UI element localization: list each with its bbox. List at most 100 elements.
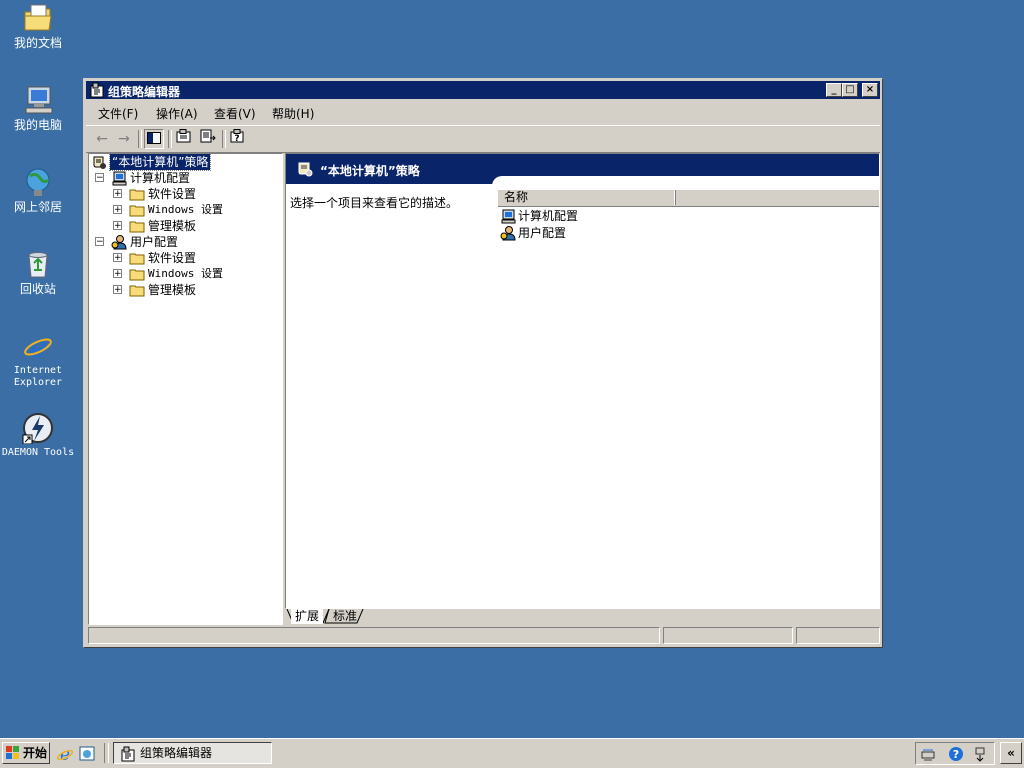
taskbar-separator [104, 743, 109, 763]
tree-node-label: 软件设置 [148, 187, 197, 201]
gpedit-app-icon [120, 746, 136, 762]
list-header: 名称 [498, 190, 879, 207]
folder-icon [129, 250, 145, 266]
my-documents-icon [22, 2, 54, 34]
details-header: “本地计算机”策略 [286, 154, 879, 186]
show-hide-tree-icon[interactable] [144, 129, 164, 149]
desktop-icon-label: DAEMON Tools [1, 447, 75, 458]
minimize-button[interactable]: _ [826, 83, 842, 97]
description-text: 选择一个项目来查看它的描述。 [290, 196, 459, 210]
export-list-icon[interactable] [198, 129, 218, 149]
gpedit-app-icon [89, 82, 105, 98]
desktop-icon-my-computer[interactable]: 我的电脑 [0, 84, 76, 132]
maximize-button[interactable]: □ [842, 83, 858, 97]
taskbar-button-gpedit[interactable]: 组策略编辑器 [113, 742, 272, 764]
expand-toggle[interactable]: + [113, 269, 122, 279]
quicklaunch-ie-icon[interactable]: e [56, 745, 74, 765]
quicklaunch-show-desktop-icon[interactable] [78, 745, 96, 763]
policy-scroll-icon [296, 160, 314, 178]
header-curve [492, 176, 879, 186]
toolbar-separator [168, 130, 172, 148]
properties-icon[interactable] [174, 129, 194, 149]
folder-icon [129, 186, 145, 202]
tree-node-label: 软件设置 [148, 251, 197, 265]
safely-remove-icon[interactable] [972, 746, 988, 762]
network-icon[interactable] [920, 746, 936, 762]
column-header-name[interactable]: 名称 [498, 190, 676, 205]
policy-scroll-icon [91, 154, 107, 170]
list-item-label: 用户配置 [518, 226, 567, 240]
expand-toggle[interactable]: + [113, 253, 122, 263]
details-pane: “本地计算机”策略 选择一个项目来查看它的描述。 名称 计算机配置 用户配置 [285, 153, 880, 609]
menu-bar: 文件(F) 操作(A) 查看(V) 帮助(H) [86, 101, 880, 123]
desktop-icon-my-documents[interactable]: 我的文档 [0, 2, 76, 50]
desktop-icon-internet-explorer[interactable]: e Internet Explorer [0, 330, 76, 389]
group-policy-editor-window: 组策略编辑器 _ □ × 文件(F) 操作(A) 查看(V) 帮助(H) ← →… [83, 78, 883, 648]
computer-config-icon [111, 170, 127, 186]
close-button[interactable]: × [862, 83, 878, 97]
desktop-icon-label: 网上邻居 [13, 200, 62, 214]
desktop-icon-label: 我的电脑 [13, 118, 62, 132]
tree-node-label: Windows 设置 [148, 267, 223, 280]
start-label: 开始 [23, 746, 48, 760]
internet-explorer-icon: e [22, 330, 54, 365]
folder-icon [129, 202, 145, 218]
tab-extended[interactable]: 扩展 [291, 609, 324, 624]
user-config-icon [111, 234, 127, 250]
toolbar-separator [138, 130, 142, 148]
expand-toggle[interactable]: + [113, 205, 122, 215]
start-button[interactable]: 开始 [2, 742, 50, 764]
desktop-icon-daemon-tools[interactable]: DAEMON Tools [0, 412, 76, 459]
toolbar: ← → ? [86, 125, 880, 153]
toolbar-separator [222, 130, 226, 148]
list-item-label: 计算机配置 [518, 209, 579, 223]
forward-arrow-icon[interactable]: → [114, 129, 134, 149]
help-icon[interactable]: ? [228, 129, 248, 149]
system-tray: ? [915, 742, 995, 765]
collapse-toggle[interactable]: − [95, 173, 104, 183]
view-tabs: 扩展 标准 [285, 609, 880, 625]
tree-node-label: 管理模板 [148, 283, 197, 297]
menu-view[interactable]: 查看(V) [214, 105, 256, 122]
console-tree: “本地计算机”策略 − 计算机配置 + 软件设置 + Windows 设置 + [88, 153, 283, 625]
network-places-icon [22, 166, 54, 198]
window-title: 组策略编辑器 [108, 85, 181, 99]
folder-icon [129, 282, 145, 298]
tree-node-label: 计算机配置 [130, 171, 191, 185]
tree-node-label: Windows 设置 [148, 203, 223, 216]
status-panel [88, 627, 660, 644]
status-panel [663, 627, 793, 644]
status-panel [796, 627, 880, 644]
menu-file[interactable]: 文件(F) [98, 105, 138, 122]
collapse-toggle[interactable]: − [95, 237, 104, 247]
menu-action[interactable]: 操作(A) [156, 105, 198, 122]
tree-node-label: “本地计算机”策略 [108, 153, 212, 171]
user-config-icon [500, 225, 516, 241]
taskbar-button-label: 组策略编辑器 [140, 746, 213, 760]
desktop-icon-network[interactable]: 网上邻居 [0, 166, 76, 214]
back-arrow-icon[interactable]: ← [92, 129, 112, 149]
status-bar [88, 627, 880, 645]
tab-standard[interactable]: 标准 [329, 609, 361, 624]
menu-help[interactable]: 帮助(H) [272, 105, 314, 122]
desktop-icon-label: 回收站 [19, 282, 56, 296]
desktop-icon-label: Internet Explorer [13, 365, 63, 388]
taskbar: 开始 e 组策略编辑器 ? « [0, 738, 1024, 768]
folder-icon [129, 266, 145, 282]
recycle-bin-icon [22, 248, 54, 280]
tree-node-label: 用户配置 [130, 235, 179, 249]
expand-toggle[interactable]: + [113, 285, 122, 295]
expand-toggle[interactable]: + [113, 189, 122, 199]
windows-logo-icon [6, 746, 20, 760]
help-icon[interactable]: ? [948, 746, 964, 762]
desktop-icon-label: 我的文档 [13, 36, 62, 50]
taskbar-chevron-button[interactable]: « [1000, 742, 1022, 764]
computer-config-icon [500, 208, 516, 224]
expand-toggle[interactable]: + [113, 221, 122, 231]
svg-text:?: ? [234, 134, 239, 143]
svg-text:?: ? [953, 748, 959, 761]
tree-node-label: 管理模板 [148, 219, 197, 233]
desktop-icon-recycle-bin[interactable]: 回收站 [0, 248, 76, 296]
title-bar[interactable]: 组策略编辑器 _ □ × [86, 81, 880, 99]
my-computer-icon [22, 84, 54, 116]
